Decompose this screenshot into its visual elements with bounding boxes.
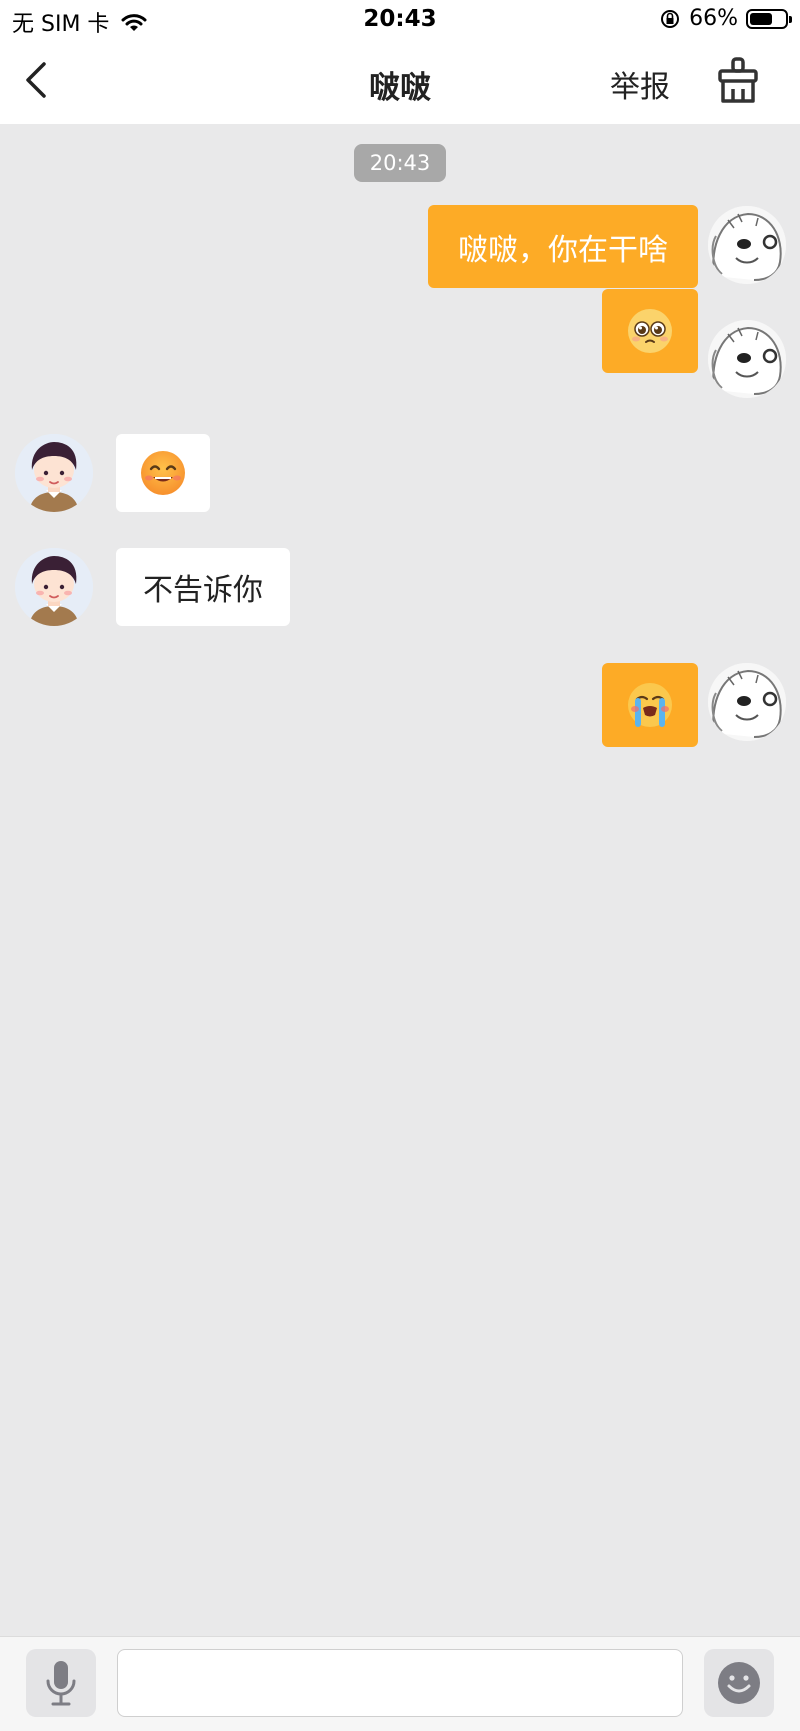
microphone-icon	[46, 1661, 76, 1706]
message-bubble-outgoing[interactable]	[602, 289, 698, 373]
orientation-lock-icon	[661, 9, 680, 28]
sketch-dog-avatar-icon	[708, 320, 786, 398]
boy-avatar-icon	[15, 548, 93, 626]
battery-fill	[750, 12, 773, 25]
crying-face-emoji-icon	[628, 683, 672, 727]
message-bubble-outgoing[interactable]: 啵啵，你在干啥	[428, 205, 698, 288]
message-bubble-incoming[interactable]	[116, 434, 210, 512]
message-text: 啵啵，你在干啥	[458, 232, 668, 268]
avatar-me[interactable]	[708, 663, 786, 741]
avatar-other[interactable]	[15, 434, 93, 512]
nav-bar: 啵啵 举报	[0, 40, 800, 124]
emoji-button[interactable]	[704, 1649, 774, 1717]
message-bubble-outgoing[interactable]	[602, 663, 698, 747]
sketch-dog-avatar-icon	[708, 663, 786, 741]
message-input[interactable]	[117, 1649, 683, 1717]
status-bar: 无 SIM 卡 20:43 66%	[0, 0, 800, 40]
timestamp-pill: 20:43	[354, 144, 446, 182]
status-right: 66%	[659, 6, 792, 31]
grinning-face-emoji-icon	[141, 451, 185, 495]
page-title: 啵啵	[369, 70, 431, 106]
message-text: 不告诉你	[143, 573, 263, 608]
smiley-icon	[718, 1662, 760, 1704]
avatar-other[interactable]	[15, 548, 93, 626]
avatar-me[interactable]	[708, 206, 786, 284]
pleading-face-emoji-icon	[628, 309, 672, 353]
voice-button[interactable]	[26, 1649, 96, 1717]
boy-avatar-icon	[15, 434, 93, 512]
sketch-dog-avatar-icon	[708, 206, 786, 284]
battery-icon	[746, 8, 792, 29]
clean-brush-icon[interactable]	[714, 56, 762, 106]
input-bar	[0, 1636, 800, 1731]
chat-area[interactable]: 20:43 啵啵，你在干啥 不告诉你	[0, 124, 800, 1636]
avatar-me[interactable]	[708, 320, 786, 398]
battery-percent: 66%	[689, 6, 738, 31]
message-bubble-incoming[interactable]: 不告诉你	[116, 548, 290, 626]
report-button[interactable]: 举报	[610, 62, 670, 106]
